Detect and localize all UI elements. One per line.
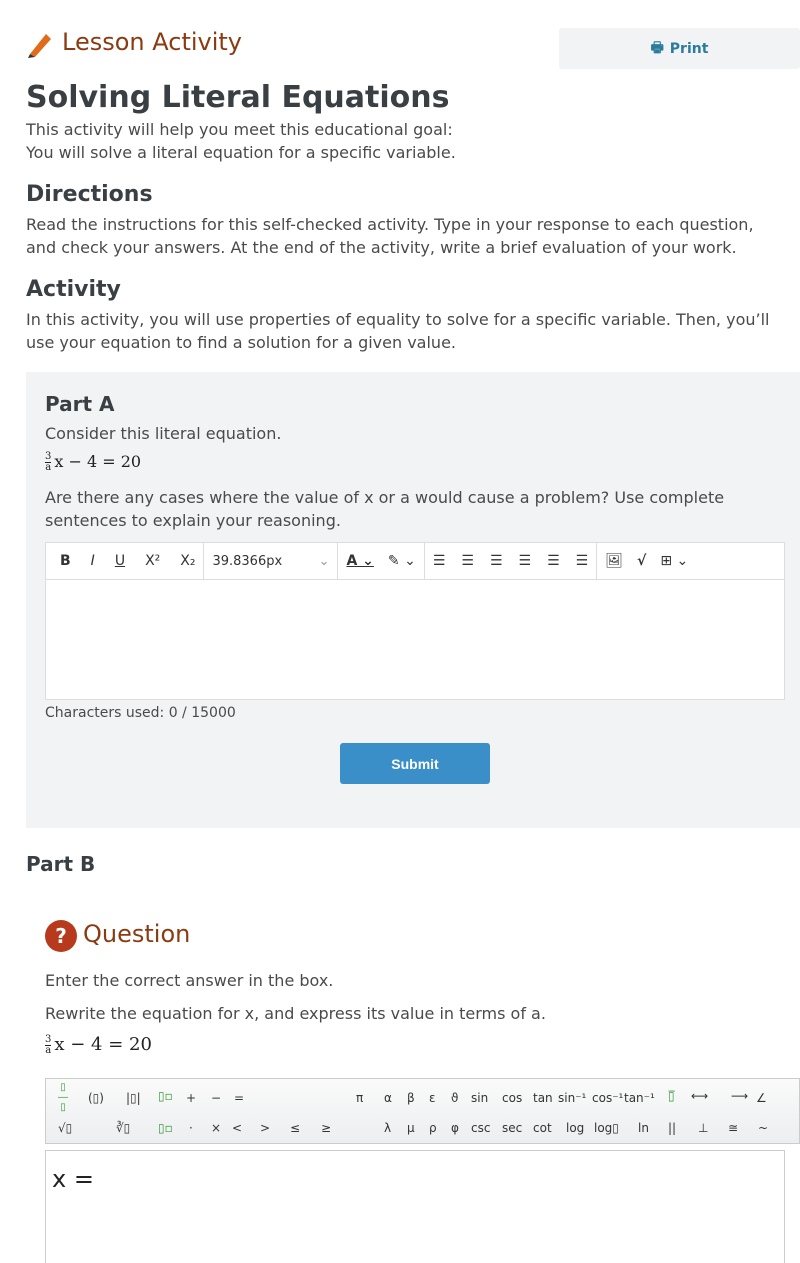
question-label: Question xyxy=(83,920,191,948)
math-toolbar: ▯ ― ▯ √▯ ∛▯ ▯▫ ▯▫ ▯̅ ⟷ ⟶ (▯) |▯| + − = π α β ε ϑ sin… xyxy=(45,1078,800,1144)
response-editor[interactable] xyxy=(45,580,785,700)
math-symbol-button[interactable]: sin⁻¹ xyxy=(558,1091,586,1105)
align-center-icon[interactable]: ☰ xyxy=(547,553,560,569)
print-button[interactable]: 🖶 Print xyxy=(559,28,800,69)
subscript-math-button[interactable]: ▯▫ xyxy=(158,1121,173,1135)
math-symbol-button[interactable]: = xyxy=(234,1091,244,1105)
part-a-question: Are there any cases where the value of x… xyxy=(45,488,725,530)
math-symbol-button[interactable]: cot xyxy=(533,1121,552,1135)
character-count: Characters used: 0 / 15000 xyxy=(45,705,236,721)
math-symbol-button[interactable]: cos⁻¹ xyxy=(592,1091,623,1105)
power-button[interactable]: ▯▫ xyxy=(158,1089,173,1103)
lesson-activity-title: Lesson Activity xyxy=(62,28,242,56)
math-symbol-button[interactable]: ≤ xyxy=(290,1121,300,1135)
math-symbol-button[interactable]: sec xyxy=(502,1121,522,1135)
ray-button[interactable]: ⟶ xyxy=(731,1089,748,1103)
math-symbol-button[interactable]: ~ xyxy=(758,1121,768,1135)
math-symbol-button[interactable]: ≥ xyxy=(321,1121,331,1135)
math-symbol-button[interactable]: tan xyxy=(533,1091,553,1105)
part-a-equation: 3ax − 4 = 20 xyxy=(45,451,142,473)
intro-line-1: This activity will help you meet this ed… xyxy=(26,120,453,139)
nth-root-button[interactable]: ∛▯ xyxy=(116,1121,130,1135)
bold-button[interactable]: B xyxy=(60,553,71,569)
math-symbol-button[interactable]: μ xyxy=(407,1121,415,1135)
math-symbol-button[interactable]: ρ xyxy=(429,1121,437,1135)
pencil-icon xyxy=(28,34,51,58)
math-symbol-button[interactable]: |▯| xyxy=(126,1091,141,1105)
question-icon: ? xyxy=(45,920,77,952)
math-symbol-button[interactable]: − xyxy=(211,1091,221,1105)
part-a-prompt: Consider this literal equation. xyxy=(45,424,282,443)
font-size-select[interactable]: 39.8366px ⌄ xyxy=(204,543,339,579)
chevron-down-icon: ⌄ xyxy=(318,553,330,569)
image-icon[interactable]: 🖼 xyxy=(605,553,623,569)
equation-icon[interactable]: √ xyxy=(637,553,646,569)
part-b-heading: Part B xyxy=(26,852,96,876)
math-symbol-button[interactable]: < xyxy=(232,1121,242,1135)
math-symbol-button[interactable]: csc xyxy=(471,1121,490,1135)
subscript-button[interactable]: X₂ xyxy=(180,553,195,569)
math-symbol-button[interactable]: ϑ xyxy=(451,1091,458,1105)
submit-button[interactable]: Submit xyxy=(340,743,490,784)
bullet-list-icon[interactable]: ☰ xyxy=(433,553,446,569)
sqrt-button[interactable]: √▯ xyxy=(58,1121,72,1135)
math-symbol-button[interactable]: cos xyxy=(502,1091,522,1105)
rich-text-toolbar: B I U X² X₂ 39.8366px ⌄ A ⌄ ✎ ⌄ ☰ ☰ ☰ ☰ ☰ ☰ 🖼 √ ⊞… xyxy=(45,542,785,580)
overline-button[interactable]: ▯̅ xyxy=(668,1089,675,1103)
math-symbol-button[interactable]: · xyxy=(189,1121,193,1135)
math-symbol-button[interactable]: sin xyxy=(471,1091,488,1105)
math-symbol-button[interactable]: φ xyxy=(451,1121,459,1135)
math-symbol-button[interactable]: log▯ xyxy=(594,1121,619,1135)
math-symbol-button[interactable]: π xyxy=(356,1091,363,1105)
math-symbol-button[interactable]: || xyxy=(668,1121,676,1135)
align-left-icon[interactable]: ☰ xyxy=(519,553,532,569)
math-symbol-button[interactable]: × xyxy=(211,1121,221,1135)
activity-text: In this activity, you will use propertie… xyxy=(26,310,770,352)
math-answer-input[interactable]: x = xyxy=(45,1150,785,1263)
directions-heading: Directions xyxy=(26,182,153,207)
math-symbol-button[interactable]: ε xyxy=(429,1091,436,1105)
part-b-prompt: Rewrite the equation for x, and express … xyxy=(45,1004,546,1023)
fraction-button[interactable]: ▯ ― ▯ xyxy=(58,1083,68,1113)
math-symbol-button[interactable]: β xyxy=(407,1091,415,1105)
intro-line-2: You will solve a literal equation for a … xyxy=(26,143,456,162)
page-title: Solving Literal Equations xyxy=(26,80,450,115)
math-symbol-button[interactable]: (▯) xyxy=(88,1091,104,1105)
math-symbol-button[interactable]: > xyxy=(260,1121,270,1135)
part-b-instruction: Enter the correct answer in the box. xyxy=(45,971,334,990)
indent-icon[interactable]: ☰ xyxy=(490,553,503,569)
part-a-heading: Part A xyxy=(45,392,115,416)
table-icon[interactable]: ⊞ ⌄ xyxy=(660,553,688,569)
math-symbol-button[interactable]: ln xyxy=(638,1121,649,1135)
underline-button[interactable]: U xyxy=(115,553,125,569)
math-symbol-button[interactable]: tan⁻¹ xyxy=(624,1091,655,1105)
math-symbol-button[interactable]: λ xyxy=(384,1121,391,1135)
math-symbol-button[interactable]: ⊥ xyxy=(698,1121,708,1135)
line-button[interactable]: ⟷ xyxy=(691,1089,708,1103)
math-symbol-button[interactable]: α xyxy=(384,1091,392,1105)
superscript-button[interactable]: X² xyxy=(145,553,160,569)
italic-button[interactable]: I xyxy=(91,553,95,569)
directions-text: Read the instructions for this self-chec… xyxy=(26,215,754,257)
printer-icon: 🖶 xyxy=(650,39,664,56)
numbered-list-icon[interactable]: ☰ xyxy=(461,553,474,569)
font-color-button[interactable]: A ⌄ xyxy=(346,553,373,569)
part-b-equation: 3ax − 4 = 20 xyxy=(45,1033,152,1056)
highlight-button[interactable]: ✎ ⌄ xyxy=(388,553,416,569)
math-symbol-button[interactable]: log xyxy=(566,1121,584,1135)
activity-heading: Activity xyxy=(26,277,121,302)
math-symbol-button[interactable]: ≅ xyxy=(728,1121,738,1135)
align-right-icon[interactable]: ☰ xyxy=(576,553,589,569)
math-symbol-button[interactable]: + xyxy=(186,1091,196,1105)
math-symbol-button[interactable]: ∠ xyxy=(756,1091,767,1105)
